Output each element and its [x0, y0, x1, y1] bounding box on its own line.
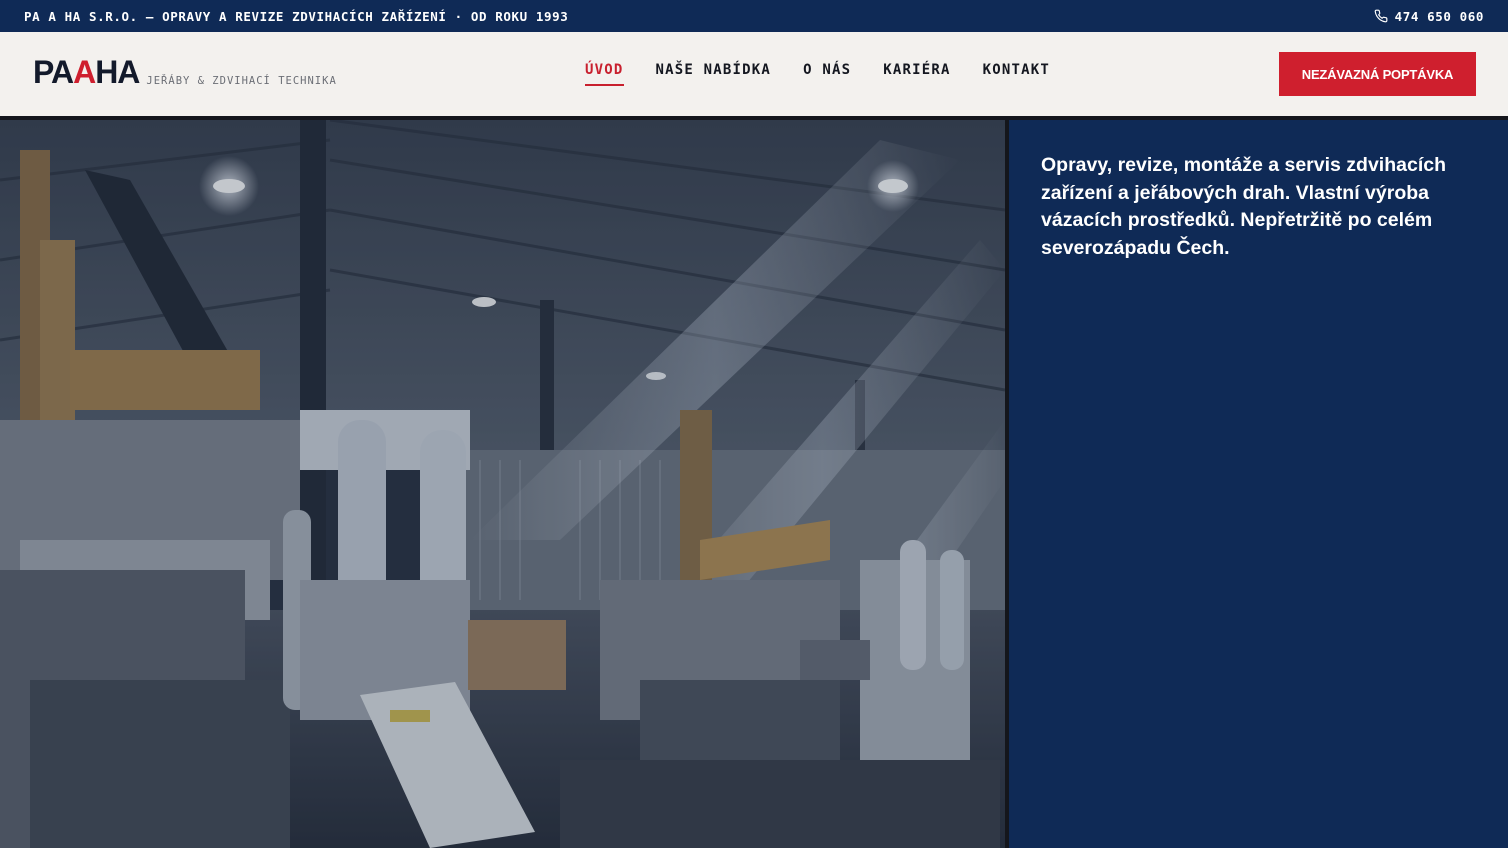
intro-panel: Opravy, revize, montáže a servis zdvihac…: [1009, 120, 1508, 848]
phone-number: 474 650 060: [1394, 8, 1484, 24]
factory-hall-illustration: [0, 120, 1005, 848]
nav-item-kariera[interactable]: KARIÉRA: [883, 62, 950, 86]
intro-text: Opravy, revize, montáže a servis zdvihac…: [1041, 154, 1446, 259]
phone-link[interactable]: 474 650 060: [1374, 9, 1484, 24]
site-header: PAAHA JEŘÁBY & ZDVIHACÍ TECHNIKA ÚVOD NA…: [0, 32, 1508, 116]
phone-icon: [1374, 9, 1388, 23]
main-nav: ÚVOD NAŠE NABÍDKA O NÁS KARIÉRA KONTAKT: [585, 62, 1050, 86]
logo-wordmark: PAAHA: [33, 54, 140, 90]
inquiry-button[interactable]: NEZÁVAZNÁ POPTÁVKA: [1279, 52, 1476, 96]
nav-item-kontakt[interactable]: KONTAKT: [983, 62, 1050, 86]
logo[interactable]: PAAHA JEŘÁBY & ZDVIHACÍ TECHNIKA: [33, 54, 337, 90]
logo-tagline: JEŘÁBY & ZDVIHACÍ TECHNIKA: [146, 75, 337, 87]
nav-item-nase-nabidka[interactable]: NAŠE NABÍDKA: [656, 62, 772, 86]
nav-item-uvod[interactable]: ÚVOD: [585, 62, 624, 86]
nav-item-o-nas[interactable]: O NÁS: [803, 62, 851, 86]
company-tagline: PA A HA S.R.O. — OPRAVY A REVIZE ZDVIHAC…: [24, 8, 569, 24]
hero-image: [0, 120, 1005, 848]
top-info-bar: PA A HA S.R.O. — OPRAVY A REVIZE ZDVIHAC…: [0, 0, 1508, 32]
